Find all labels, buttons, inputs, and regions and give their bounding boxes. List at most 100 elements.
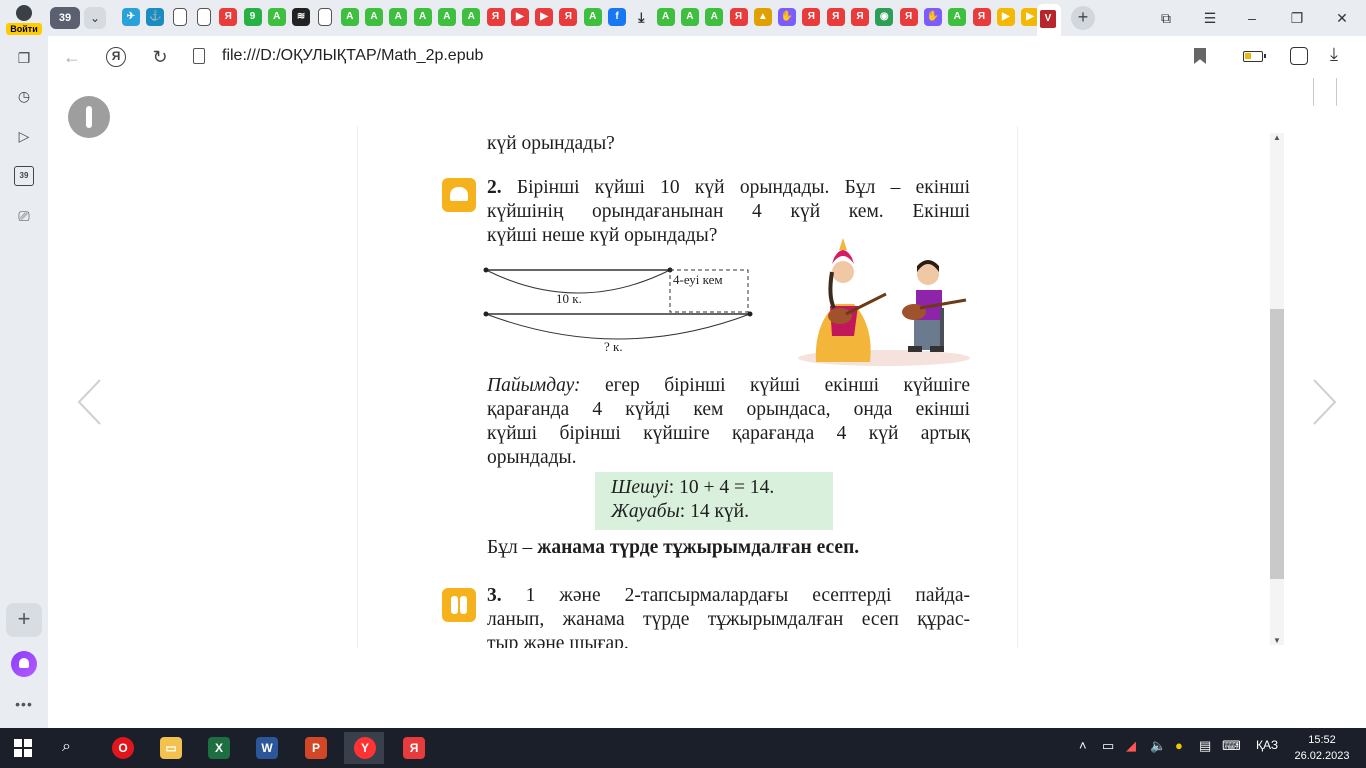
screenshot-icon[interactable]: ⎚	[14, 206, 34, 226]
history-icon[interactable]: ◷	[14, 86, 34, 106]
next-page-arrow[interactable]	[1310, 378, 1338, 426]
game-icon[interactable]: A	[267, 8, 286, 26]
task3-line-3: тыр және шығар.	[487, 633, 629, 648]
tab-counter-button[interactable]: 39	[50, 7, 80, 29]
add-sidebar-panel-button[interactable]: +	[6, 603, 42, 637]
alice-assistant-icon[interactable]	[11, 651, 37, 677]
excel-taskbar-button[interactable]: X	[198, 732, 238, 764]
notification-center-icon[interactable]: ▤	[1199, 738, 1211, 754]
yandex-icon[interactable]: Я	[559, 8, 578, 26]
task3-line-2: ланып, жанама түрде тұжырымдалған есеп қ…	[487, 609, 970, 630]
hand-icon[interactable]: ✋	[923, 8, 942, 26]
video-icon[interactable]: ▶	[510, 8, 529, 26]
game-icon[interactable]: A	[583, 8, 602, 26]
play-icon[interactable]: ▶	[996, 8, 1015, 26]
scroll-up-icon[interactable]: ▲	[1272, 133, 1282, 142]
yandex-disk-tray-icon[interactable]: ●	[1175, 738, 1183, 753]
extensions-icon[interactable]	[1290, 47, 1308, 65]
game-icon[interactable]: A	[705, 8, 724, 26]
active-tab[interactable]: V	[1037, 4, 1061, 36]
chevron-down-icon[interactable]: ⌄	[84, 7, 106, 29]
word-taskbar-button[interactable]: W	[246, 732, 286, 764]
doc-icon[interactable]	[318, 8, 333, 26]
yandex-icon[interactable]: Я	[826, 8, 845, 26]
login-button[interactable]: Войти	[4, 3, 44, 35]
url-field[interactable]: file:///D:/ОҚУЛЫҚТАР/Math_2p.epub	[222, 47, 483, 65]
bookmark-ribbon-icon[interactable]	[1313, 78, 1337, 106]
whatsapp-icon[interactable]: 9	[243, 8, 262, 26]
game-icon[interactable]: A	[413, 8, 432, 26]
opera-taskbar-button[interactable]: O	[102, 732, 142, 764]
new-tab-button[interactable]: +	[1071, 6, 1095, 30]
yandex-button[interactable]: Я	[106, 47, 126, 67]
restore-button[interactable]: ❐	[1283, 4, 1311, 32]
game-icon[interactable]: A	[389, 8, 408, 26]
download-icon[interactable]: ⤓	[1330, 44, 1338, 65]
game-icon[interactable]: A	[340, 8, 359, 26]
game-icon[interactable]: A	[462, 8, 481, 26]
game-icon[interactable]: A	[437, 8, 456, 26]
battery-saver-icon[interactable]	[1243, 51, 1266, 62]
yandex-icon[interactable]: Я	[851, 8, 869, 26]
book-page: — — — — — — — — — — — — — — — — — күй ор…	[357, 126, 1018, 648]
yandex-icon[interactable]: Я	[899, 8, 918, 26]
clock-time: 15:52	[1308, 734, 1336, 746]
csv-icon[interactable]: ≋	[292, 8, 311, 26]
close-button[interactable]: ✕	[1328, 4, 1356, 32]
solution-label: Шешуі	[611, 477, 669, 498]
summary-bold: жанама түрде тұжырымдалған есеп.	[537, 537, 860, 558]
bookmark-icon[interactable]	[1194, 48, 1206, 64]
yandex-icon[interactable]: Я	[972, 8, 991, 26]
clock[interactable]: 15:52 26.02.2023	[1290, 732, 1354, 764]
minimize-button[interactable]: –	[1238, 4, 1266, 32]
battery-tray-icon[interactable]: ▭	[1102, 738, 1114, 754]
yandex-icon[interactable]: Я	[802, 8, 821, 26]
game-icon[interactable]: A	[680, 8, 699, 26]
yandex-icon[interactable]: Я	[486, 8, 505, 26]
previous-page-arrow[interactable]	[76, 378, 104, 426]
game-icon[interactable]: A	[948, 8, 967, 26]
doc-icon[interactable]	[172, 8, 187, 26]
video-sidebar-icon[interactable]: ▷	[14, 126, 34, 146]
network-icon[interactable]: ◢	[1126, 738, 1136, 754]
collections-sidebar-icon[interactable]: ❐	[14, 48, 34, 68]
scrollbar-thumb[interactable]	[1270, 309, 1284, 579]
telegram-icon[interactable]: ✈	[122, 8, 140, 26]
page-scrollbar[interactable]: ▲ ▼	[1270, 133, 1284, 645]
video-icon[interactable]: ▶	[535, 8, 554, 26]
pause-button[interactable]	[68, 96, 110, 138]
volume-icon[interactable]: 🔈	[1150, 738, 1166, 754]
yandex-icon[interactable]: Я	[729, 8, 748, 26]
game-icon[interactable]: A	[365, 8, 383, 26]
task2-number: 2.	[487, 177, 502, 198]
search-icon[interactable]: ⌕	[62, 738, 71, 756]
facebook-icon[interactable]: f	[608, 8, 626, 26]
yandex-browser-taskbar-button[interactable]: Y	[344, 732, 384, 764]
windows-start-icon[interactable]	[14, 739, 32, 757]
bird-icon[interactable]: ⚓	[146, 8, 165, 26]
collections-icon[interactable]: ⧉	[1152, 4, 1180, 32]
download-icon[interactable]: ⤓	[632, 8, 650, 26]
task2-line-2: күйшінің орындағанынан 4 күй кем. Екінші	[487, 201, 970, 222]
answer-expression: : 14 күй.	[679, 501, 749, 522]
sidebar-tab-counter[interactable]: 39	[14, 166, 34, 186]
image-icon[interactable]: ▲	[753, 8, 772, 26]
language-indicator[interactable]: ҚАЗ	[1256, 738, 1278, 752]
keyboard-icon[interactable]: ⌨	[1222, 738, 1241, 754]
back-button[interactable]: ←	[60, 45, 84, 69]
more-icon[interactable]: •••	[12, 696, 36, 712]
reload-button[interactable]: ↻	[148, 45, 172, 69]
doc-icon[interactable]	[196, 8, 211, 26]
globe-icon[interactable]: ◉	[875, 8, 894, 26]
tray-overflow-icon[interactable]: ˄	[1079, 738, 1087, 753]
game-icon[interactable]: A	[656, 8, 675, 26]
file-explorer-taskbar-button[interactable]: ▭	[150, 732, 190, 764]
yandex-taskbar-button[interactable]: Я	[393, 732, 433, 764]
yandex-icon[interactable]: Я	[219, 8, 238, 26]
menu-icon[interactable]: ☰	[1196, 4, 1224, 32]
yandex-browser-icon: Y	[354, 737, 376, 759]
hand-icon[interactable]: ✋	[778, 8, 797, 26]
powerpoint-taskbar-button[interactable]: P	[295, 732, 335, 764]
scroll-down-icon[interactable]: ▼	[1272, 636, 1282, 645]
answer-line: Жауабы: 14 күй.	[611, 500, 749, 524]
